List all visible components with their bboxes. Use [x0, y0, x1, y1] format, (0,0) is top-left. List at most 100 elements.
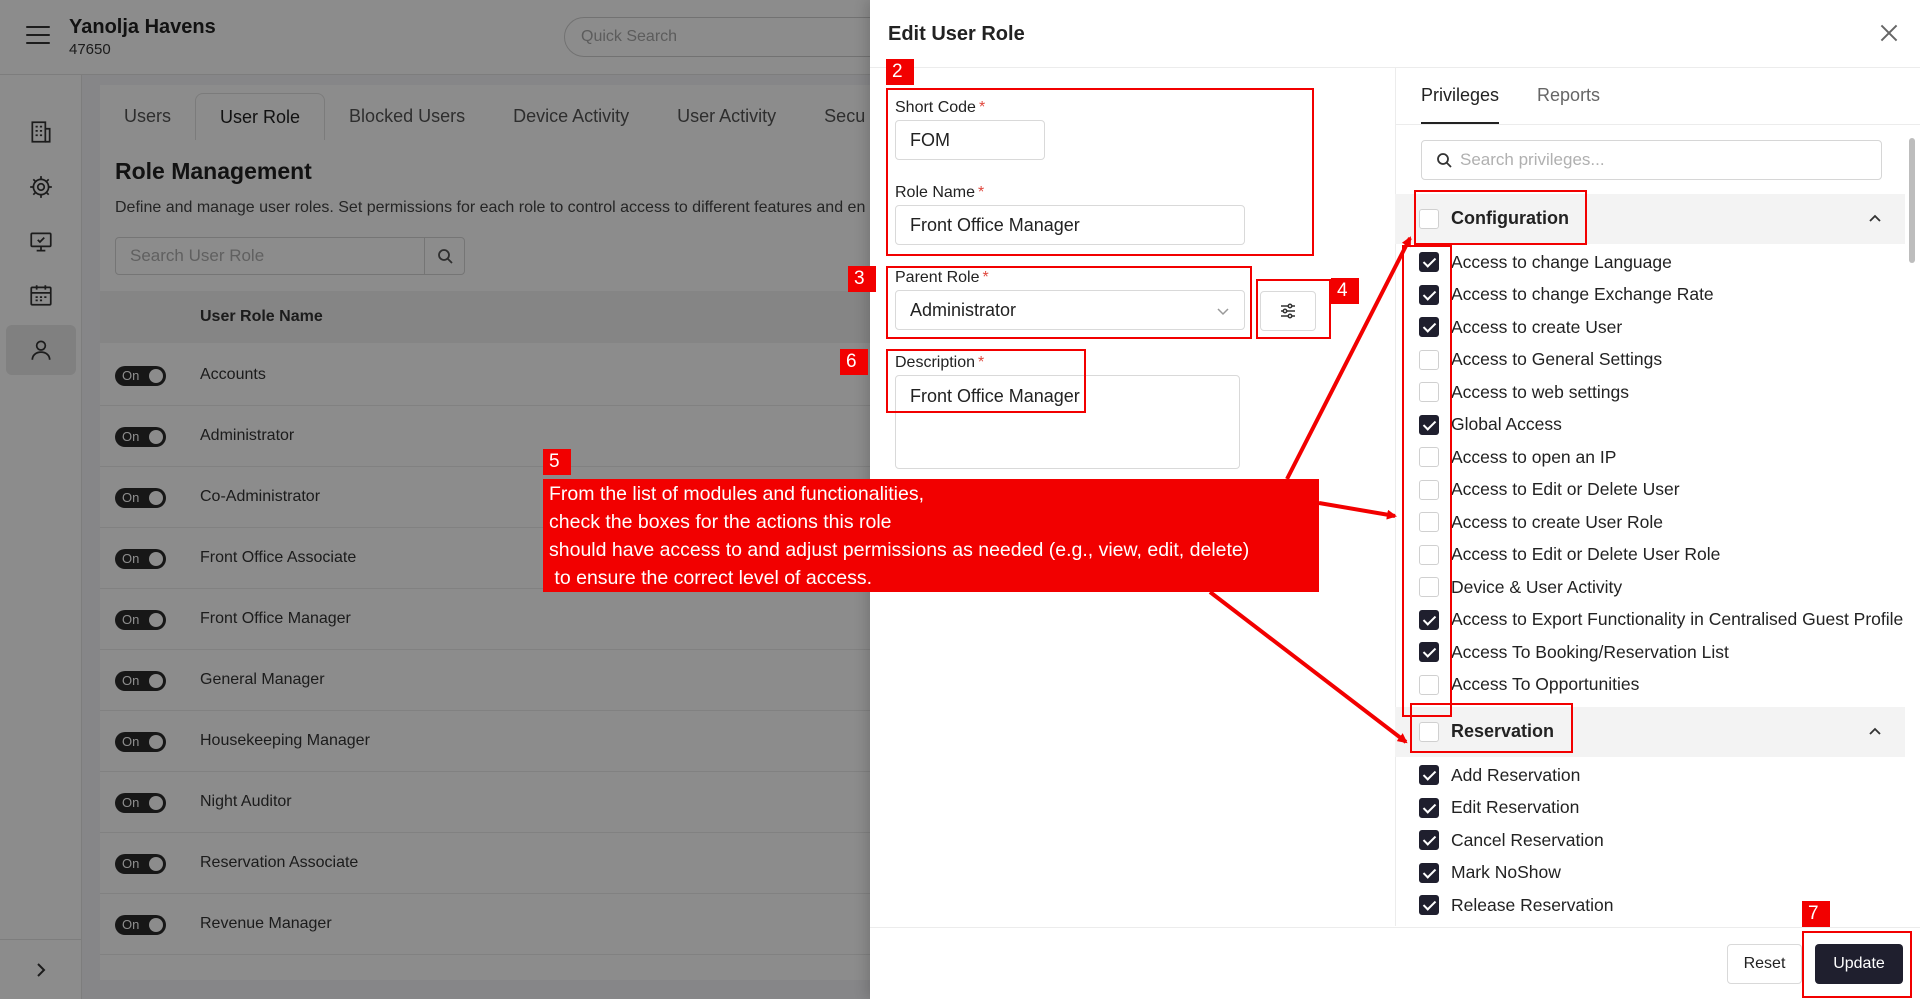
group-title: Reservation — [1451, 721, 1555, 741]
privilege-label: Release Reservation — [1451, 894, 1614, 915]
privilege-checkbox[interactable] — [1419, 252, 1439, 272]
sliders-icon — [1281, 303, 1295, 319]
privilege-checkbox[interactable] — [1419, 479, 1439, 500]
description-label: Description * — [895, 354, 985, 371]
callout-line-3: should have access to and adjust permiss… — [549, 539, 1250, 561]
short-code-input[interactable]: FOM — [895, 120, 1045, 160]
privilege-label: Access to change Language — [1451, 251, 1672, 272]
callout-line-4: to ensure the correct level of access. — [549, 567, 872, 589]
privileges-scrollbar[interactable] — [1909, 138, 1915, 263]
group-checkbox[interactable] — [1419, 722, 1439, 742]
chevron-up-icon[interactable] — [1867, 210, 1883, 226]
privilege-checkbox[interactable] — [1419, 830, 1439, 850]
privilege-checkbox[interactable] — [1419, 284, 1439, 305]
privilege-item[interactable]: Access To Booking/Reservation List — [1419, 639, 1729, 665]
privilege-label: Edit Reservation — [1451, 797, 1580, 817]
privilege-tabs: Privileges Reports — [1421, 68, 1638, 125]
privilege-item[interactable]: Add Reservation — [1419, 762, 1580, 788]
privilege-label: Global Access — [1451, 414, 1562, 434]
short-code-label: Short Code * — [895, 99, 986, 116]
parent-role-select[interactable]: Administrator — [895, 290, 1245, 330]
parent-role-value: Administrator — [910, 299, 1017, 320]
privilege-search-input[interactable] — [1460, 150, 1880, 170]
tab-privileges[interactable]: Privileges — [1421, 68, 1500, 125]
privilege-label: Access to change Exchange Rate — [1451, 284, 1714, 304]
annotation-marker-3: 3 — [848, 266, 876, 292]
annotation-marker-2: 2 — [886, 59, 914, 85]
privilege-item[interactable]: Access To Opportunities — [1419, 672, 1639, 698]
privilege-checkbox[interactable] — [1419, 895, 1439, 915]
privilege-search — [1421, 140, 1882, 180]
privilege-label: Cancel Reservation — [1451, 829, 1604, 850]
drawer-title: Edit User Role — [888, 23, 1025, 45]
callout-line-2: check the boxes for the actions this rol… — [549, 511, 892, 533]
privilege-item[interactable]: Cancel Reservation — [1419, 827, 1604, 853]
privilege-item[interactable]: Access to open an IP — [1419, 444, 1616, 470]
drawer-footer: Reset Update — [870, 927, 1920, 999]
privilege-checkbox[interactable] — [1419, 642, 1439, 662]
privilege-label: Access to Export Functionality in Centra… — [1451, 609, 1904, 629]
close-icon[interactable] — [1876, 20, 1902, 46]
tab-reports[interactable]: Reports — [1537, 68, 1600, 125]
privilege-tabs-divider — [1395, 124, 1920, 125]
privilege-label: Access To Opportunities — [1451, 674, 1640, 694]
privilege-label: Device & User Activity — [1451, 576, 1623, 597]
privilege-item[interactable]: Access to General Settings — [1419, 347, 1662, 373]
annotation-callout: From the list of modules and functionali… — [543, 479, 1319, 592]
privilege-item[interactable]: Global Access — [1419, 412, 1562, 438]
privilege-checkbox[interactable] — [1419, 765, 1439, 785]
privilege-checkbox[interactable] — [1419, 577, 1439, 597]
privilege-checkbox[interactable] — [1419, 414, 1439, 435]
privilege-label: Access to open an IP — [1451, 446, 1617, 467]
privilege-item[interactable]: Access to Edit or Delete User Role — [1419, 542, 1720, 568]
privilege-checkbox[interactable] — [1419, 512, 1439, 532]
privilege-label: Access to Edit or Delete User Role — [1451, 544, 1721, 564]
privilege-item[interactable]: Access to change Language — [1419, 249, 1672, 275]
privilege-item[interactable]: Access to create User — [1419, 314, 1622, 340]
privilege-item[interactable]: Access to web settings — [1419, 379, 1629, 405]
update-button[interactable]: Update — [1815, 944, 1903, 984]
privilege-checkbox[interactable] — [1419, 797, 1439, 818]
privilege-checkbox[interactable] — [1419, 382, 1439, 402]
annotation-marker-5: 5 — [543, 449, 571, 475]
parent-role-label: Parent Role * — [895, 269, 989, 286]
privilege-checkbox[interactable] — [1419, 609, 1439, 630]
privilege-group-header[interactable]: Configuration — [1395, 194, 1905, 244]
annotation-marker-7: 7 — [1802, 901, 1830, 927]
parent-role-filter-button[interactable] — [1260, 291, 1316, 331]
privilege-item[interactable]: Access to Export Functionality in Centra… — [1419, 607, 1903, 633]
chevron-down-icon — [1217, 308, 1229, 316]
privilege-label: Access to create User Role — [1451, 511, 1664, 532]
privilege-item[interactable]: Device & User Activity — [1419, 574, 1622, 600]
privilege-checkbox[interactable] — [1419, 349, 1439, 370]
privilege-checkbox[interactable] — [1419, 862, 1439, 883]
privilege-label: Access To Booking/Reservation List — [1451, 641, 1729, 662]
privilege-checkbox[interactable] — [1419, 544, 1439, 565]
privilege-checkbox[interactable] — [1419, 317, 1439, 337]
privilege-label: Add Reservation — [1451, 764, 1581, 785]
privilege-label: Access to web settings — [1451, 381, 1629, 402]
group-title: Configuration — [1451, 208, 1569, 228]
search-icon — [1437, 153, 1452, 168]
privilege-item[interactable]: Access to change Exchange Rate — [1419, 282, 1714, 308]
annotation-marker-4: 4 — [1331, 278, 1359, 304]
privilege-item[interactable]: Release Reservation — [1419, 892, 1613, 918]
description-textarea[interactable]: Front Office Manager — [895, 375, 1240, 469]
privilege-checkbox[interactable] — [1419, 674, 1439, 695]
privilege-item[interactable]: Access to Edit or Delete User — [1419, 477, 1680, 503]
privilege-label: Access to create User — [1451, 316, 1623, 337]
privilege-item[interactable]: Mark NoShow — [1419, 860, 1561, 886]
privilege-item[interactable]: Access to create User Role — [1419, 509, 1663, 535]
chevron-up-icon[interactable] — [1867, 723, 1883, 739]
drawer-header: Edit User Role — [870, 0, 1920, 68]
privilege-label: Access to Edit or Delete User — [1451, 479, 1680, 499]
privilege-label: Access to General Settings — [1451, 349, 1663, 369]
annotation-marker-6: 6 — [840, 349, 868, 375]
privilege-group-header[interactable]: Reservation — [1395, 707, 1905, 757]
role-name-input[interactable]: Front Office Manager — [895, 205, 1245, 245]
privilege-item[interactable]: Edit Reservation — [1419, 795, 1579, 821]
privilege-checkbox[interactable] — [1419, 447, 1439, 467]
privilege-label: Mark NoShow — [1451, 862, 1561, 882]
reset-button[interactable]: Reset — [1727, 944, 1802, 984]
group-checkbox[interactable] — [1419, 209, 1439, 229]
